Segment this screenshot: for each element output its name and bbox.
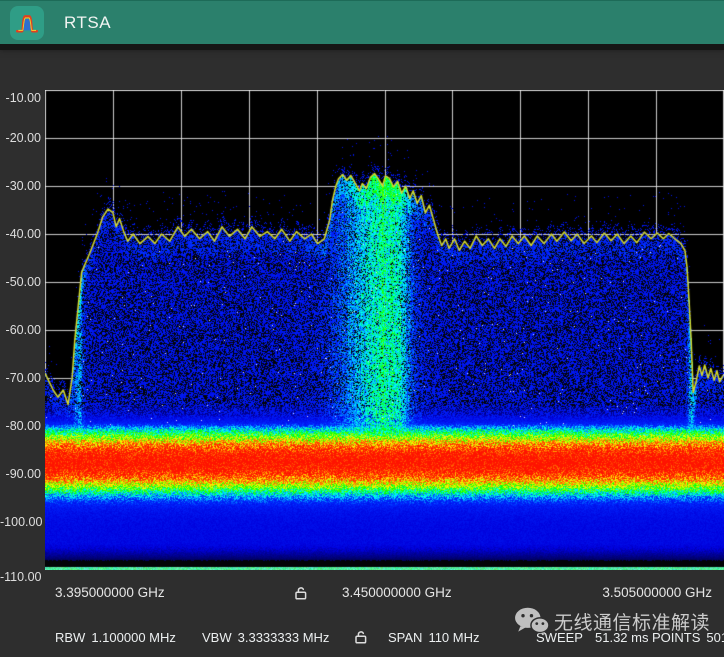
rbw-label: RBW (55, 630, 85, 645)
y-axis-tick-label: -20.00 (0, 131, 41, 145)
span-label: SPAN (388, 630, 422, 645)
app-title: RTSA (64, 1, 111, 45)
y-axis-tick-label: -10.00 (0, 91, 41, 105)
rbw-setting[interactable]: RBW 1.100000 MHz (55, 629, 176, 646)
y-axis-tick-label: -110.00 (0, 570, 41, 584)
y-axis-tick-label: -60.00 (0, 323, 41, 337)
y-axis-tick-label: -100.00 (0, 515, 41, 529)
unlock-icon (293, 585, 309, 601)
y-axis-tick-label: -50.00 (0, 275, 41, 289)
spectrum-canvas[interactable] (45, 90, 724, 570)
vbw-label: VBW (202, 630, 232, 645)
rtsa-window: RTSA -10.00 -20.00 -30.00 -40.00 -50.00 -60.0… (0, 0, 724, 657)
spectrum-pulse-icon (13, 9, 41, 37)
watermark-text: 无线通信标准解读 (554, 608, 710, 635)
stop-frequency-label[interactable]: 3.505000000 GHz (602, 584, 712, 601)
vbw-setting[interactable]: VBW 3.3333333 MHz (202, 629, 329, 646)
y-axis-tick-label: -70.00 (0, 371, 41, 385)
title-bar: RTSA (0, 0, 724, 45)
start-frequency-label[interactable]: 3.395000000 GHz (55, 584, 165, 601)
span-setting[interactable]: SPAN 110 MHz (388, 629, 480, 646)
unlock-icon (353, 629, 369, 645)
center-frequency-lock-button[interactable] (292, 584, 309, 601)
span-value: 110 MHz (428, 630, 479, 645)
rbw-lock-button[interactable] (352, 628, 369, 645)
y-axis-tick-label: -30.00 (0, 179, 41, 193)
wechat-icon (514, 606, 550, 636)
center-frequency-label[interactable]: 3.450000000 GHz (342, 584, 452, 601)
rbw-value: 1.100000 MHz (91, 630, 176, 645)
y-axis-tick-label: -90.00 (0, 467, 41, 481)
y-axis-tick-label: -40.00 (0, 227, 41, 241)
y-axis-tick-label: -80.00 (0, 419, 41, 433)
app-icon[interactable] (10, 6, 44, 40)
titlebar-shadow (0, 44, 724, 50)
vbw-value: 3.3333333 MHz (238, 630, 330, 645)
watermark: 无线通信标准解读 (514, 606, 710, 636)
